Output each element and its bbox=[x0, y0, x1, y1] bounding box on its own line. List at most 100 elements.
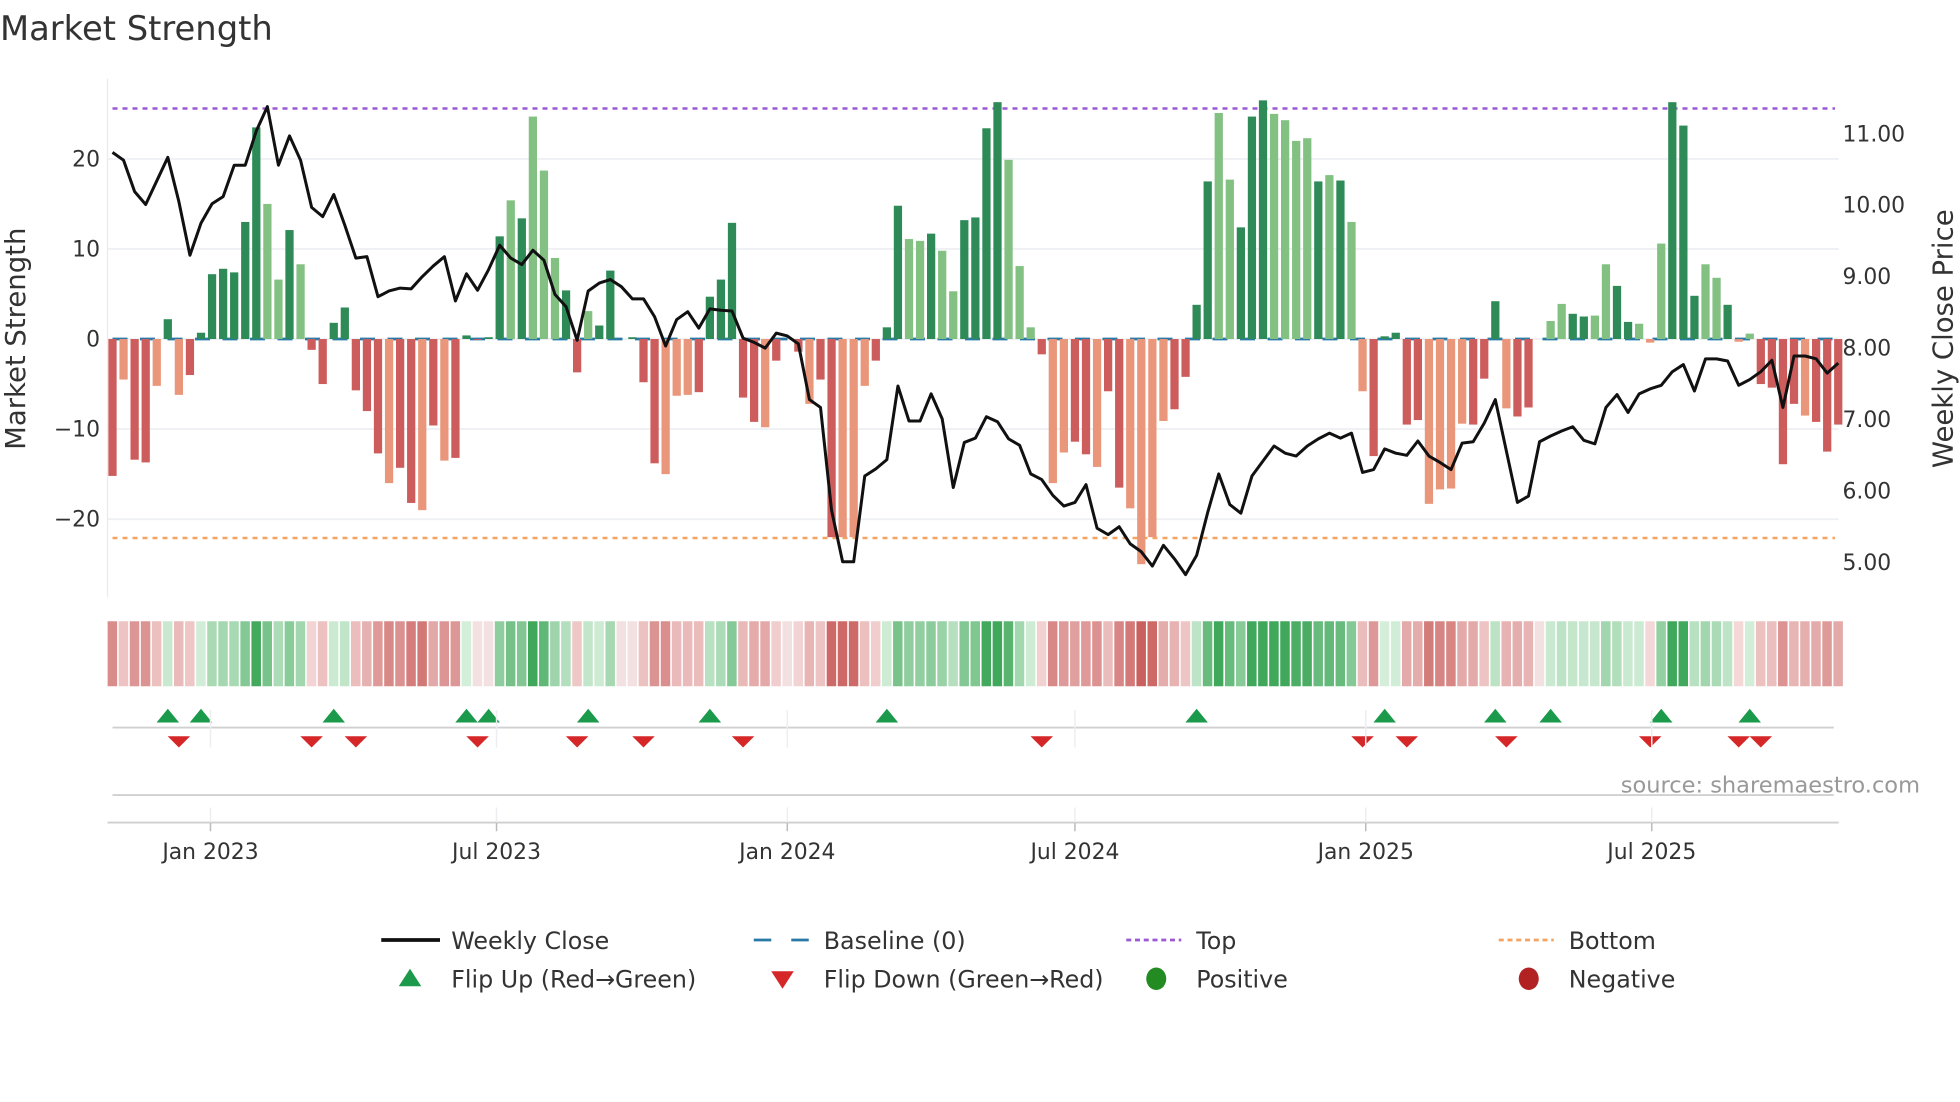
flip-up-marker bbox=[455, 708, 478, 723]
strength-bar bbox=[628, 337, 637, 340]
heatmap-cell bbox=[893, 621, 903, 687]
heatmap-cell bbox=[738, 621, 748, 687]
strength-bar bbox=[1236, 227, 1245, 340]
strength-bar bbox=[1435, 339, 1445, 490]
strength-bar bbox=[1601, 264, 1611, 340]
heatmap-cell bbox=[561, 621, 571, 687]
heatmap-cell bbox=[1578, 621, 1589, 687]
flip-down-marker bbox=[565, 736, 589, 748]
x-tick-label: Jan 2023 bbox=[160, 840, 258, 865]
strength-bar bbox=[185, 339, 195, 376]
heatmap-cell bbox=[1191, 621, 1202, 687]
heatmap-cell bbox=[384, 621, 394, 687]
heatmap-cell bbox=[981, 621, 992, 687]
strength-bar bbox=[1092, 339, 1102, 467]
strength-bar bbox=[838, 339, 847, 538]
strength-bar bbox=[1170, 339, 1179, 410]
strength-bar bbox=[340, 307, 349, 340]
strength-bar bbox=[384, 339, 394, 484]
strength-bar bbox=[440, 339, 449, 461]
strength-bar bbox=[174, 339, 184, 395]
strength-bar bbox=[1723, 304, 1732, 340]
strength-bar bbox=[296, 264, 305, 340]
legend-item-top: Top bbox=[1126, 927, 1236, 955]
strength-bar bbox=[960, 220, 969, 340]
heatmap-cell bbox=[1180, 621, 1191, 687]
flip-down-marker bbox=[300, 736, 323, 748]
heatmap-cell bbox=[1047, 621, 1058, 687]
strength-bar bbox=[1037, 339, 1046, 355]
strength-bar bbox=[1192, 304, 1201, 340]
strength-bar bbox=[274, 279, 283, 340]
heatmap-cell bbox=[1014, 621, 1025, 687]
strength-bar bbox=[915, 240, 925, 340]
legend-label: Negative bbox=[1569, 966, 1676, 994]
strength-bar bbox=[318, 339, 327, 385]
heatmap-cell bbox=[915, 621, 925, 687]
strength-bar bbox=[1635, 323, 1644, 340]
right-axis-ticks: 11.00 10.00 9.00 8.00 7.00 6.00 5.00 bbox=[1843, 122, 1906, 576]
heatmap-cell bbox=[727, 621, 737, 687]
heatmap-cell bbox=[1567, 621, 1578, 687]
heatmap-cell bbox=[229, 621, 239, 687]
heatmap-cell bbox=[1202, 621, 1213, 687]
strength-bar bbox=[373, 339, 383, 454]
strength-bar bbox=[1281, 120, 1290, 340]
heatmap-cell bbox=[1656, 621, 1666, 687]
strength-bar bbox=[683, 339, 692, 395]
strength-bar bbox=[1081, 339, 1091, 455]
strength-bar bbox=[1347, 221, 1356, 340]
strength-bar bbox=[1834, 339, 1843, 425]
strength-bar bbox=[484, 337, 493, 340]
strength-bar bbox=[141, 339, 150, 463]
y2-tick-label: 8.00 bbox=[1843, 337, 1892, 362]
strength-bar bbox=[1126, 339, 1135, 509]
strength-bar bbox=[1623, 321, 1633, 340]
strength-bar bbox=[1148, 339, 1157, 538]
heatmap-cell bbox=[107, 621, 118, 687]
heatmap-cell bbox=[505, 621, 516, 687]
y2-tick-label: 5.00 bbox=[1843, 551, 1892, 576]
strength-bar bbox=[1458, 339, 1467, 424]
strength-bar bbox=[1568, 313, 1577, 340]
heatmap-cell bbox=[1413, 621, 1423, 687]
legend-item-close: Weekly Close bbox=[381, 927, 609, 955]
heatmap-cell bbox=[1158, 621, 1169, 687]
weekly-close-line bbox=[111, 105, 1840, 577]
strength-bar bbox=[1469, 339, 1478, 425]
heatmap-cell bbox=[295, 621, 306, 687]
heatmap-cell bbox=[362, 621, 372, 687]
strength-bar bbox=[993, 102, 1002, 340]
heatmap-cell bbox=[1512, 621, 1523, 687]
x-tick-label: Jul 2023 bbox=[450, 840, 541, 865]
strength-bar bbox=[938, 250, 947, 340]
heatmap-cell bbox=[140, 621, 151, 687]
strength-bar bbox=[230, 272, 239, 340]
heatmap-cell bbox=[251, 621, 261, 687]
strength-bar bbox=[1015, 266, 1024, 340]
heatmap-cell bbox=[1545, 621, 1556, 687]
heatmap-cell bbox=[826, 621, 837, 687]
heatmap-cell bbox=[1755, 621, 1766, 687]
legend-item-flip-down: Flip Down (Green→Red) bbox=[771, 966, 1104, 994]
heatmap-cell bbox=[1379, 621, 1390, 687]
legend-label: Bottom bbox=[1569, 927, 1656, 955]
strength-bar bbox=[661, 339, 670, 475]
strength-bar bbox=[1668, 102, 1677, 340]
strength-bar bbox=[1800, 339, 1810, 416]
y2-tick-label: 10.00 bbox=[1843, 194, 1906, 219]
strength-bar bbox=[860, 339, 869, 386]
flip-down-marker bbox=[1727, 736, 1750, 748]
heatmap-cell bbox=[1081, 621, 1091, 687]
flip-down-marker bbox=[167, 736, 191, 748]
flip-down-marker bbox=[466, 736, 489, 748]
heatmap-cell bbox=[870, 621, 881, 687]
heatmap-cell bbox=[1036, 621, 1047, 687]
heatmap-cell bbox=[793, 621, 803, 687]
heatmap-cell bbox=[1114, 621, 1124, 687]
strength-bar bbox=[816, 339, 825, 380]
heatmap-cell bbox=[1711, 621, 1722, 687]
heatmap-cell bbox=[262, 621, 272, 687]
y-tick-label: 20 bbox=[72, 147, 100, 172]
x-tick-label: Jan 2025 bbox=[1316, 840, 1414, 865]
